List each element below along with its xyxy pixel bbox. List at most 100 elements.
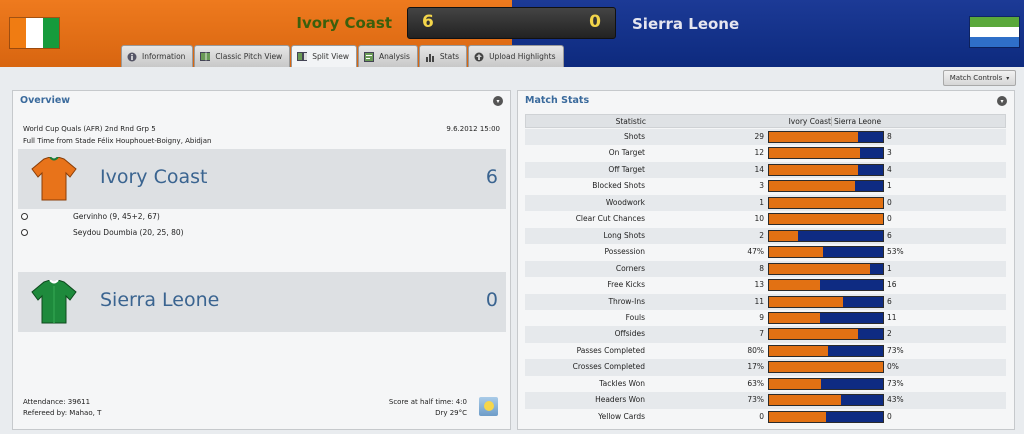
stat-row: Yellow Cards 0 0 [525, 409, 1006, 425]
stat-away-value: 1 [887, 263, 892, 273]
stat-away-value: 2 [887, 329, 892, 339]
stat-home-fill [769, 345, 829, 356]
stat-name: Crosses Completed [572, 362, 645, 372]
stat-comparison-bar [768, 163, 884, 176]
weather-sunny-icon [479, 397, 498, 416]
stat-row: Headers Won 73% 43% [525, 392, 1006, 409]
referee: Refereed by: Mahao, T [23, 409, 102, 417]
stat-name: Offsides [614, 329, 645, 339]
tab-split-view[interactable]: Split View [291, 45, 357, 67]
stat-comparison-bar [768, 147, 884, 160]
stat-away-value: 43% [887, 395, 904, 405]
home-team-band: Ivory Coast 6 [18, 149, 506, 209]
stat-name: On Target [608, 148, 645, 158]
stat-home-fill [769, 280, 821, 291]
match-header: Ivory Coast 6 0 Sierra Leone Information… [0, 0, 1024, 67]
pitch-icon [200, 52, 211, 62]
stat-comparison-bar [768, 279, 884, 292]
stat-home-fill [769, 378, 822, 389]
match-stats-title: Match Stats [525, 95, 590, 106]
stat-home-value: 1 [759, 197, 764, 207]
stat-row: Woodwork 1 0 [525, 194, 1006, 212]
stat-away-value: 1 [887, 181, 892, 191]
stat-home-fill [769, 181, 855, 192]
stat-home-value: 11 [754, 296, 764, 306]
stat-home-value: 8 [759, 263, 764, 273]
stat-comparison-bar [768, 196, 884, 209]
overview-options-button[interactable]: ▾ [493, 96, 503, 106]
ivory-coast-flag-icon [9, 17, 60, 49]
stat-name: Long Shots [603, 230, 645, 240]
stat-home-fill [769, 230, 798, 241]
stat-name: Corners [615, 263, 645, 273]
football-icon [21, 213, 28, 220]
chevron-down-icon: ▾ [1006, 74, 1010, 82]
match-controls-button[interactable]: Match Controls ▾ [943, 70, 1016, 86]
stat-home-fill [769, 411, 826, 422]
stat-name: Passes Completed [576, 345, 645, 355]
stat-name: Shots [624, 132, 645, 141]
competition-name: World Cup Quals (AFR) 2nd Rnd Grp 5 [23, 125, 156, 133]
stat-home-fill [769, 214, 883, 225]
stats-header-away: Sierra Leone [831, 117, 891, 126]
tab-stats[interactable]: Stats [418, 45, 468, 67]
stat-row: Fouls 9 11 [525, 310, 1006, 326]
stat-comparison-bar [768, 394, 884, 407]
stat-home-value: 63% [747, 378, 764, 388]
stat-home-value: 13 [754, 280, 764, 290]
stat-name: Headers Won [595, 395, 645, 405]
stat-away-value: 0 [887, 411, 892, 421]
stat-home-fill [769, 148, 861, 159]
split-view-icon [297, 52, 308, 62]
stat-home-fill [769, 164, 858, 175]
tab-split-view-label: Split View [312, 52, 349, 61]
stat-row: Blocked Shots 3 1 [525, 178, 1006, 194]
tab-analysis[interactable]: Analysis [358, 45, 418, 67]
stat-home-value: 47% [747, 247, 764, 257]
tab-classic-pitch-view[interactable]: Classic Pitch View [194, 45, 291, 67]
tab-analysis-label: Analysis [379, 52, 410, 61]
stat-name: Blocked Shots [592, 181, 645, 191]
scoreboard: 6 0 [407, 7, 616, 39]
stat-comparison-bar [768, 361, 884, 374]
stat-row: Crosses Completed 17% 0% [525, 359, 1006, 376]
scorer-name: Gervinho (9, 45+2, 67) [73, 212, 160, 221]
stat-away-value: 4 [887, 164, 892, 174]
stat-comparison-bar [768, 344, 884, 357]
stat-home-fill [769, 329, 858, 340]
stat-away-value: 53% [887, 247, 904, 257]
tab-information[interactable]: Information [121, 45, 194, 67]
stat-name: Possession [604, 247, 645, 257]
match-stats-options-button[interactable]: ▾ [997, 96, 1007, 106]
home-score: 6 [422, 12, 434, 32]
stat-home-value: 9 [759, 312, 764, 322]
stat-away-value: 73% [887, 378, 904, 388]
attendance: Attendance: 39611 [23, 398, 91, 406]
match-controls-label: Match Controls [949, 74, 1003, 82]
stat-away-value: 0% [887, 362, 899, 372]
stat-home-value: 12 [754, 148, 764, 158]
stat-away-value: 73% [887, 345, 904, 355]
stat-name: Woodwork [605, 197, 645, 207]
stat-away-value: 3 [887, 148, 892, 158]
overview-panel: Overview ▾ World Cup Quals (AFR) 2nd Rnd… [12, 90, 511, 430]
upload-icon [474, 52, 484, 62]
scorer-name: Seydou Doumbia (20, 25, 80) [73, 228, 184, 237]
stat-comparison-bar [768, 180, 884, 193]
tab-stats-label: Stats [439, 52, 460, 61]
stat-home-value: 14 [754, 164, 764, 174]
stat-home-fill [769, 296, 844, 307]
tab-upload-highlights[interactable]: Upload Highlights [468, 45, 564, 67]
match-stats-panel: Match Stats ▾ Statistic Ivory Coast Sier… [517, 90, 1015, 430]
stat-away-value: 8 [887, 132, 892, 141]
stat-name: Throw-Ins [608, 296, 645, 306]
football-icon [21, 229, 28, 236]
stat-name: Yellow Cards [598, 411, 645, 421]
half-time-score: Score at half time: 4:0 [388, 398, 467, 406]
stat-row: Offsides 7 2 [525, 326, 1006, 343]
stat-home-value: 29 [754, 132, 764, 141]
stat-home-value: 2 [759, 230, 764, 240]
stat-name: Tackles Won [599, 378, 645, 388]
away-team-name: Sierra Leone [632, 15, 740, 33]
stats-icon [425, 52, 435, 62]
